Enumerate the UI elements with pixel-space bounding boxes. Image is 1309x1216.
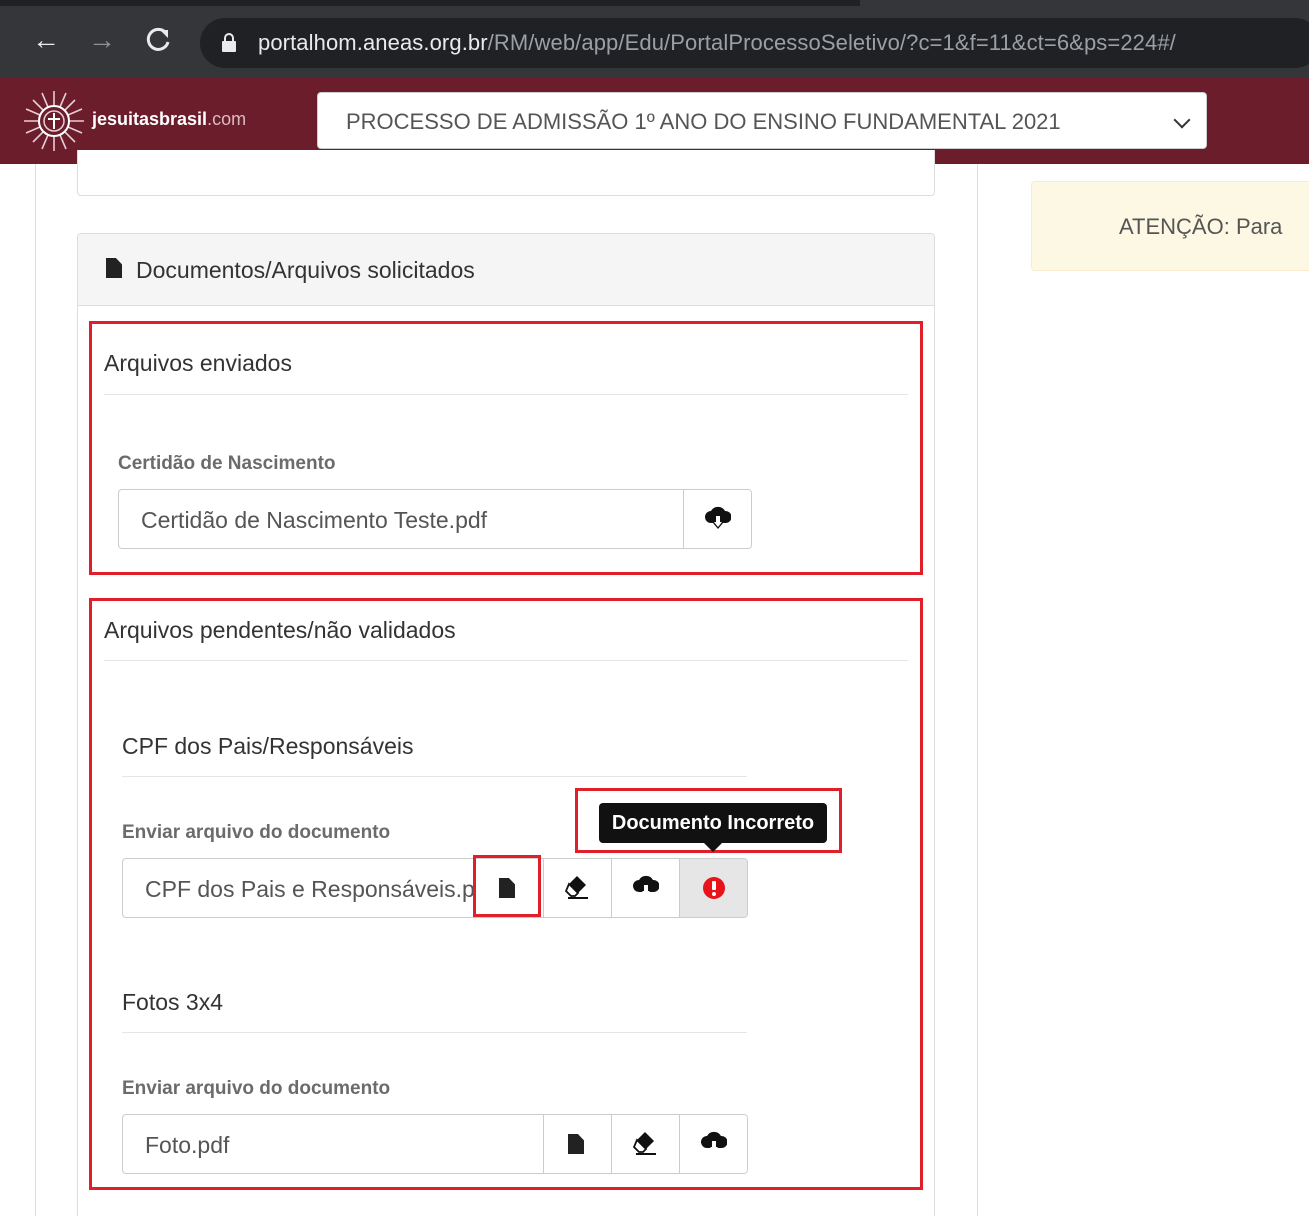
birth-certificate-filename[interactable]: Certidão de Nascimento Teste.pdf <box>141 507 487 534</box>
back-arrow-icon[interactable]: ← <box>28 22 64 58</box>
download-button[interactable] <box>611 859 679 917</box>
cloud-download-icon <box>705 506 731 529</box>
url-path: /RM/web/app/Edu/PortalProcessoSeletivo/?… <box>487 30 1176 55</box>
cpf-filename[interactable]: CPF dos Pais e Responsáveis.pdf <box>145 876 475 903</box>
process-select-value: PROCESSO DE ADMISSÃO 1º ANO DO ENSINO FU… <box>346 109 1061 134</box>
photos-filename[interactable]: Foto.pdf <box>145 1132 229 1159</box>
previous-panel <box>77 150 935 196</box>
cloud-download-icon <box>633 875 659 896</box>
birth-certificate-field: Certidão de Nascimento Teste.pdf <box>118 489 752 549</box>
select-file-button[interactable] <box>543 1115 611 1173</box>
logo-domain: .com <box>207 109 247 129</box>
browser-tab-strip <box>0 0 860 6</box>
screenshot-root: ← → portalhom.aneas.org.br/RM/web/app/Ed… <box>0 0 1309 1216</box>
photos-upload-label: Enviar arquivo do documento <box>122 1078 391 1099</box>
documents-panel-title: Documentos/Arquivos solicitados <box>136 257 475 283</box>
photos-document-divider <box>122 1032 747 1033</box>
select-file-highlight <box>473 855 541 917</box>
tooltip-arrow <box>704 843 722 852</box>
content-column-border <box>35 164 36 1216</box>
cpf-upload-field: CPF dos Pais e Responsáveis.pdf <box>122 858 748 918</box>
clear-file-button[interactable] <box>611 1115 679 1173</box>
clear-file-button[interactable] <box>543 859 611 917</box>
incorrect-document-tooltip: Documento Incorreto <box>599 803 827 843</box>
download-button[interactable] <box>683 490 751 548</box>
url-text[interactable]: portalhom.aneas.org.br/RM/web/app/Edu/Po… <box>258 30 1176 56</box>
photos-document-title: Fotos 3x4 <box>122 989 223 1015</box>
exclamation-circle-icon <box>703 877 725 899</box>
cpf-document-divider <box>122 776 747 777</box>
cloud-download-icon <box>701 1131 727 1152</box>
pending-files-divider <box>104 660 908 661</box>
download-button[interactable] <box>679 1115 747 1173</box>
eraser-icon <box>632 1132 656 1155</box>
eraser-icon <box>564 876 588 899</box>
chevron-down-icon <box>1173 111 1191 129</box>
process-select[interactable]: PROCESSO DE ADMISSÃO 1º ANO DO ENSINO FU… <box>317 92 1207 149</box>
cpf-document-title: CPF dos Pais/Responsáveis <box>122 733 414 759</box>
url-host: portalhom.aneas.org.br <box>258 30 488 55</box>
sent-files-divider <box>104 394 908 395</box>
logo-name: jesuitasbrasil <box>92 109 208 129</box>
photos-upload-field: Foto.pdf <box>122 1114 748 1174</box>
lock-icon[interactable] <box>222 33 236 53</box>
attention-alert-text: ATENÇÃO: Para <box>1119 214 1283 239</box>
jesuits-logo-icon[interactable] <box>22 89 86 153</box>
file-icon <box>568 1134 584 1154</box>
cpf-upload-label: Enviar arquivo do documento <box>122 822 391 843</box>
sent-files-title: Arquivos enviados <box>104 350 292 376</box>
birth-certificate-label: Certidão de Nascimento <box>118 453 336 474</box>
reload-icon[interactable] <box>140 22 176 58</box>
pending-files-title: Arquivos pendentes/não validados <box>104 617 456 643</box>
forward-arrow-icon[interactable]: → <box>84 22 120 58</box>
logo-wordmark[interactable]: jesuitasbrasil.com <box>92 109 246 130</box>
sidebar-column-border <box>977 164 978 1216</box>
incorrect-document-button[interactable] <box>679 859 747 917</box>
